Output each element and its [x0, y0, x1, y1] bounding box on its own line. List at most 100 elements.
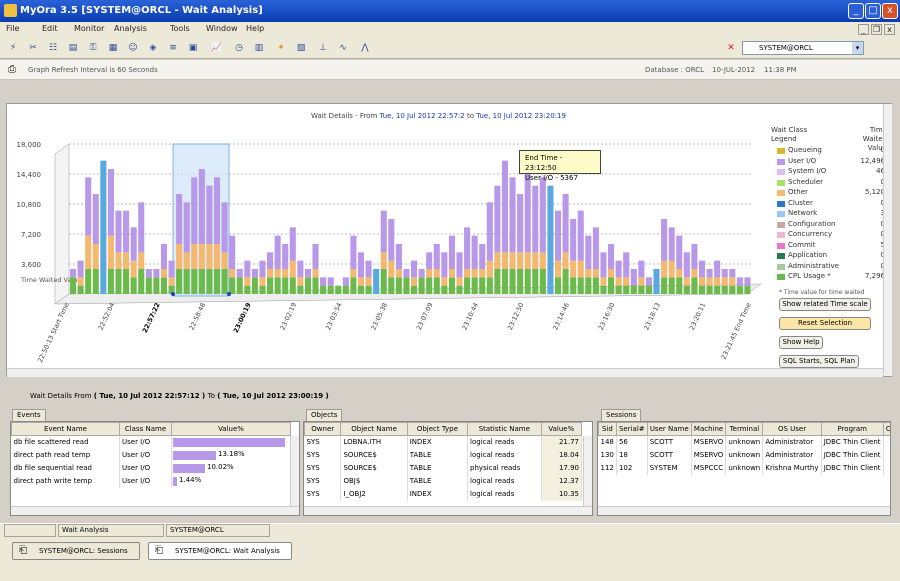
- legend-item[interactable]: Concurrency0: [771, 230, 891, 240]
- col-event-name[interactable]: Event Name: [11, 422, 120, 436]
- alert-log-icon[interactable]: ▣: [186, 41, 200, 55]
- objects-icon[interactable]: ◈: [146, 41, 160, 55]
- session-col-header[interactable]: Terminal: [725, 422, 764, 436]
- minimize-button[interactable]: _: [848, 3, 864, 19]
- bar-other-segment: [668, 260, 675, 278]
- legend-item[interactable]: User I/O 12,496: [771, 157, 891, 167]
- users-icon[interactable]: ☺: [126, 41, 140, 55]
- table-row[interactable]: direct path write temp User I/O 1.44%: [11, 474, 291, 488]
- show-help-button[interactable]: Show Help: [779, 336, 823, 349]
- sessions-panel: Sid Serial# User Name Machine Terminal OS Use…: [597, 421, 891, 516]
- maximize-button[interactable]: □: [865, 3, 881, 19]
- bar-userio-segment: [160, 244, 168, 269]
- col-statistic-name[interactable]: Statistic Name: [467, 422, 542, 436]
- legend-item[interactable]: Commit5: [771, 241, 891, 251]
- col-class-name[interactable]: Class Name: [119, 422, 172, 436]
- locks-icon[interactable]: ⚿: [86, 41, 100, 55]
- sql-plan-button[interactable]: SQL Starts, SQL Plan: [779, 355, 859, 368]
- legend-item[interactable]: Application0: [771, 251, 891, 261]
- col-obj-value[interactable]: Value%: [540, 422, 583, 436]
- session-col-header[interactable]: User Name: [646, 422, 692, 436]
- legend-item[interactable]: CPL Usage * 7,296: [771, 272, 891, 282]
- col-object-name[interactable]: Object Name: [340, 422, 408, 436]
- table-row[interactable]: 130 18 SCOTT MSERVO unknown Administrator JDBC…: [598, 448, 890, 462]
- session-col-header[interactable]: Sid: [598, 422, 617, 436]
- table-row[interactable]: 148 56 SCOTT MSERVO unknown Administrator JDBC…: [598, 435, 890, 449]
- tab-objects[interactable]: Objects: [306, 409, 343, 421]
- col-object-type[interactable]: Object Type: [406, 422, 469, 436]
- sessions-horizontal-scrollbar[interactable]: [598, 506, 890, 515]
- objects-vertical-scrollbar[interactable]: [583, 436, 592, 508]
- table-row[interactable]: SYS LOBNA.ITH INDEX logical reads 21.77: [304, 435, 583, 449]
- menu-edit[interactable]: Edit: [42, 24, 58, 33]
- task-sessions[interactable]: ⎗ SYSTEM@ORCL: Sessions: [12, 542, 140, 560]
- legend-item[interactable]: Cluster0: [771, 199, 891, 209]
- wave-icon[interactable]: ∿: [336, 41, 350, 55]
- tab-events[interactable]: Events: [12, 409, 46, 421]
- col-owner[interactable]: Owner: [304, 422, 342, 436]
- reset-selection-button[interactable]: Reset Selection: [779, 317, 871, 330]
- bulb-icon[interactable]: ✦: [274, 41, 288, 55]
- task-wait-analysis[interactable]: ⎗ SYSTEM@ORCL: Wait Analysis: [148, 542, 292, 560]
- menu-tools[interactable]: Tools: [170, 24, 190, 33]
- clock-icon[interactable]: ◷: [232, 41, 246, 55]
- network-icon[interactable]: ⊥: [316, 41, 330, 55]
- disconnect-icon[interactable]: ✂: [26, 41, 40, 55]
- menu-monitor[interactable]: Monitor: [74, 24, 104, 33]
- doc-minimize-button[interactable]: _: [858, 24, 869, 35]
- table-row[interactable]: 112 102 SYSTEM MSPCCC unknown Krishna Murthy J…: [598, 461, 890, 475]
- table-row[interactable]: direct path read temp User I/O 13.18%: [11, 448, 291, 462]
- top-sql-icon[interactable]: ▥: [252, 41, 266, 55]
- menu-window[interactable]: Window: [206, 24, 238, 33]
- session-cell: 56: [616, 435, 648, 449]
- report-icon[interactable]: ▧: [294, 41, 308, 55]
- connect-icon[interactable]: ⚡: [6, 41, 20, 55]
- menu-file[interactable]: File: [6, 24, 19, 33]
- session-col-header[interactable]: Serial#: [615, 422, 648, 436]
- legend-item[interactable]: System I/O 46: [771, 167, 891, 177]
- legend-item[interactable]: Network3: [771, 209, 891, 219]
- monitor-icon[interactable]: ⋀: [358, 41, 372, 55]
- print-icon[interactable]: ⎙: [8, 64, 16, 75]
- tablespace-icon[interactable]: ▦: [106, 41, 120, 55]
- tab-sessions[interactable]: Sessions: [601, 409, 642, 421]
- events-horizontal-scrollbar[interactable]: [11, 506, 299, 515]
- table-row[interactable]: SYS I_OBJ2 INDEX logical reads 10.35: [304, 487, 583, 501]
- col-value-pct[interactable]: Value%: [171, 422, 291, 436]
- parameters-icon[interactable]: ≡: [166, 41, 180, 55]
- table-row[interactable]: SYS SOURCE$ TABLE physical reads 17.90: [304, 461, 583, 475]
- sessions-icon[interactable]: ☷: [46, 41, 60, 55]
- sql-icon[interactable]: ▤: [66, 41, 80, 55]
- events-vertical-scrollbar[interactable]: [290, 436, 299, 508]
- session-col-header[interactable]: CP: [882, 422, 890, 436]
- chart-vertical-scrollbar[interactable]: [883, 104, 892, 376]
- chart-horizontal-scrollbar[interactable]: [7, 368, 883, 377]
- close-button[interactable]: x: [882, 3, 898, 19]
- connection-select[interactable]: SYSTEM@ORCL ▾: [742, 41, 864, 55]
- menu-analysis[interactable]: Analysis: [114, 24, 147, 33]
- disconnect-x-icon[interactable]: ✕: [724, 41, 738, 55]
- bar-userio-segment: [577, 210, 584, 261]
- objects-horizontal-scrollbar[interactable]: [304, 506, 592, 515]
- legend-item[interactable]: Queueing0: [771, 146, 891, 156]
- chevron-down-icon[interactable]: ▾: [852, 42, 863, 54]
- doc-close-button[interactable]: x: [884, 24, 895, 35]
- menu-help[interactable]: Help: [246, 24, 264, 33]
- show-time-scale-button[interactable]: Show related Time scale: [779, 298, 871, 311]
- table-row[interactable]: db file sequential read User I/O 10.02%: [11, 461, 291, 475]
- wait-class-chart[interactable]: 18,00014,40010,8007,2003,600Time Waited …: [7, 104, 767, 376]
- session-col-header[interactable]: Machine: [690, 422, 727, 436]
- session-col-header[interactable]: Program: [820, 422, 884, 436]
- table-row[interactable]: SYS OBJ$ TABLE logical reads 12.37: [304, 474, 583, 488]
- legend-item[interactable]: Administrative0: [771, 262, 891, 272]
- chart-icon[interactable]: 📈: [210, 41, 224, 55]
- doc-restore-button[interactable]: ❐: [871, 24, 882, 35]
- bar-cpu-segment: [92, 269, 99, 294]
- table-row[interactable]: SYS SOURCE$ TABLE logical reads 18.04: [304, 448, 583, 462]
- legend-item[interactable]: Configuration0: [771, 220, 891, 230]
- legend-item[interactable]: Scheduler0: [771, 178, 891, 188]
- table-row[interactable]: db file scattered read User I/O: [11, 435, 291, 449]
- session-col-header[interactable]: OS User: [762, 422, 822, 436]
- legend-item[interactable]: Other 5,120: [771, 188, 891, 198]
- bar-cpu-segment: [736, 285, 743, 294]
